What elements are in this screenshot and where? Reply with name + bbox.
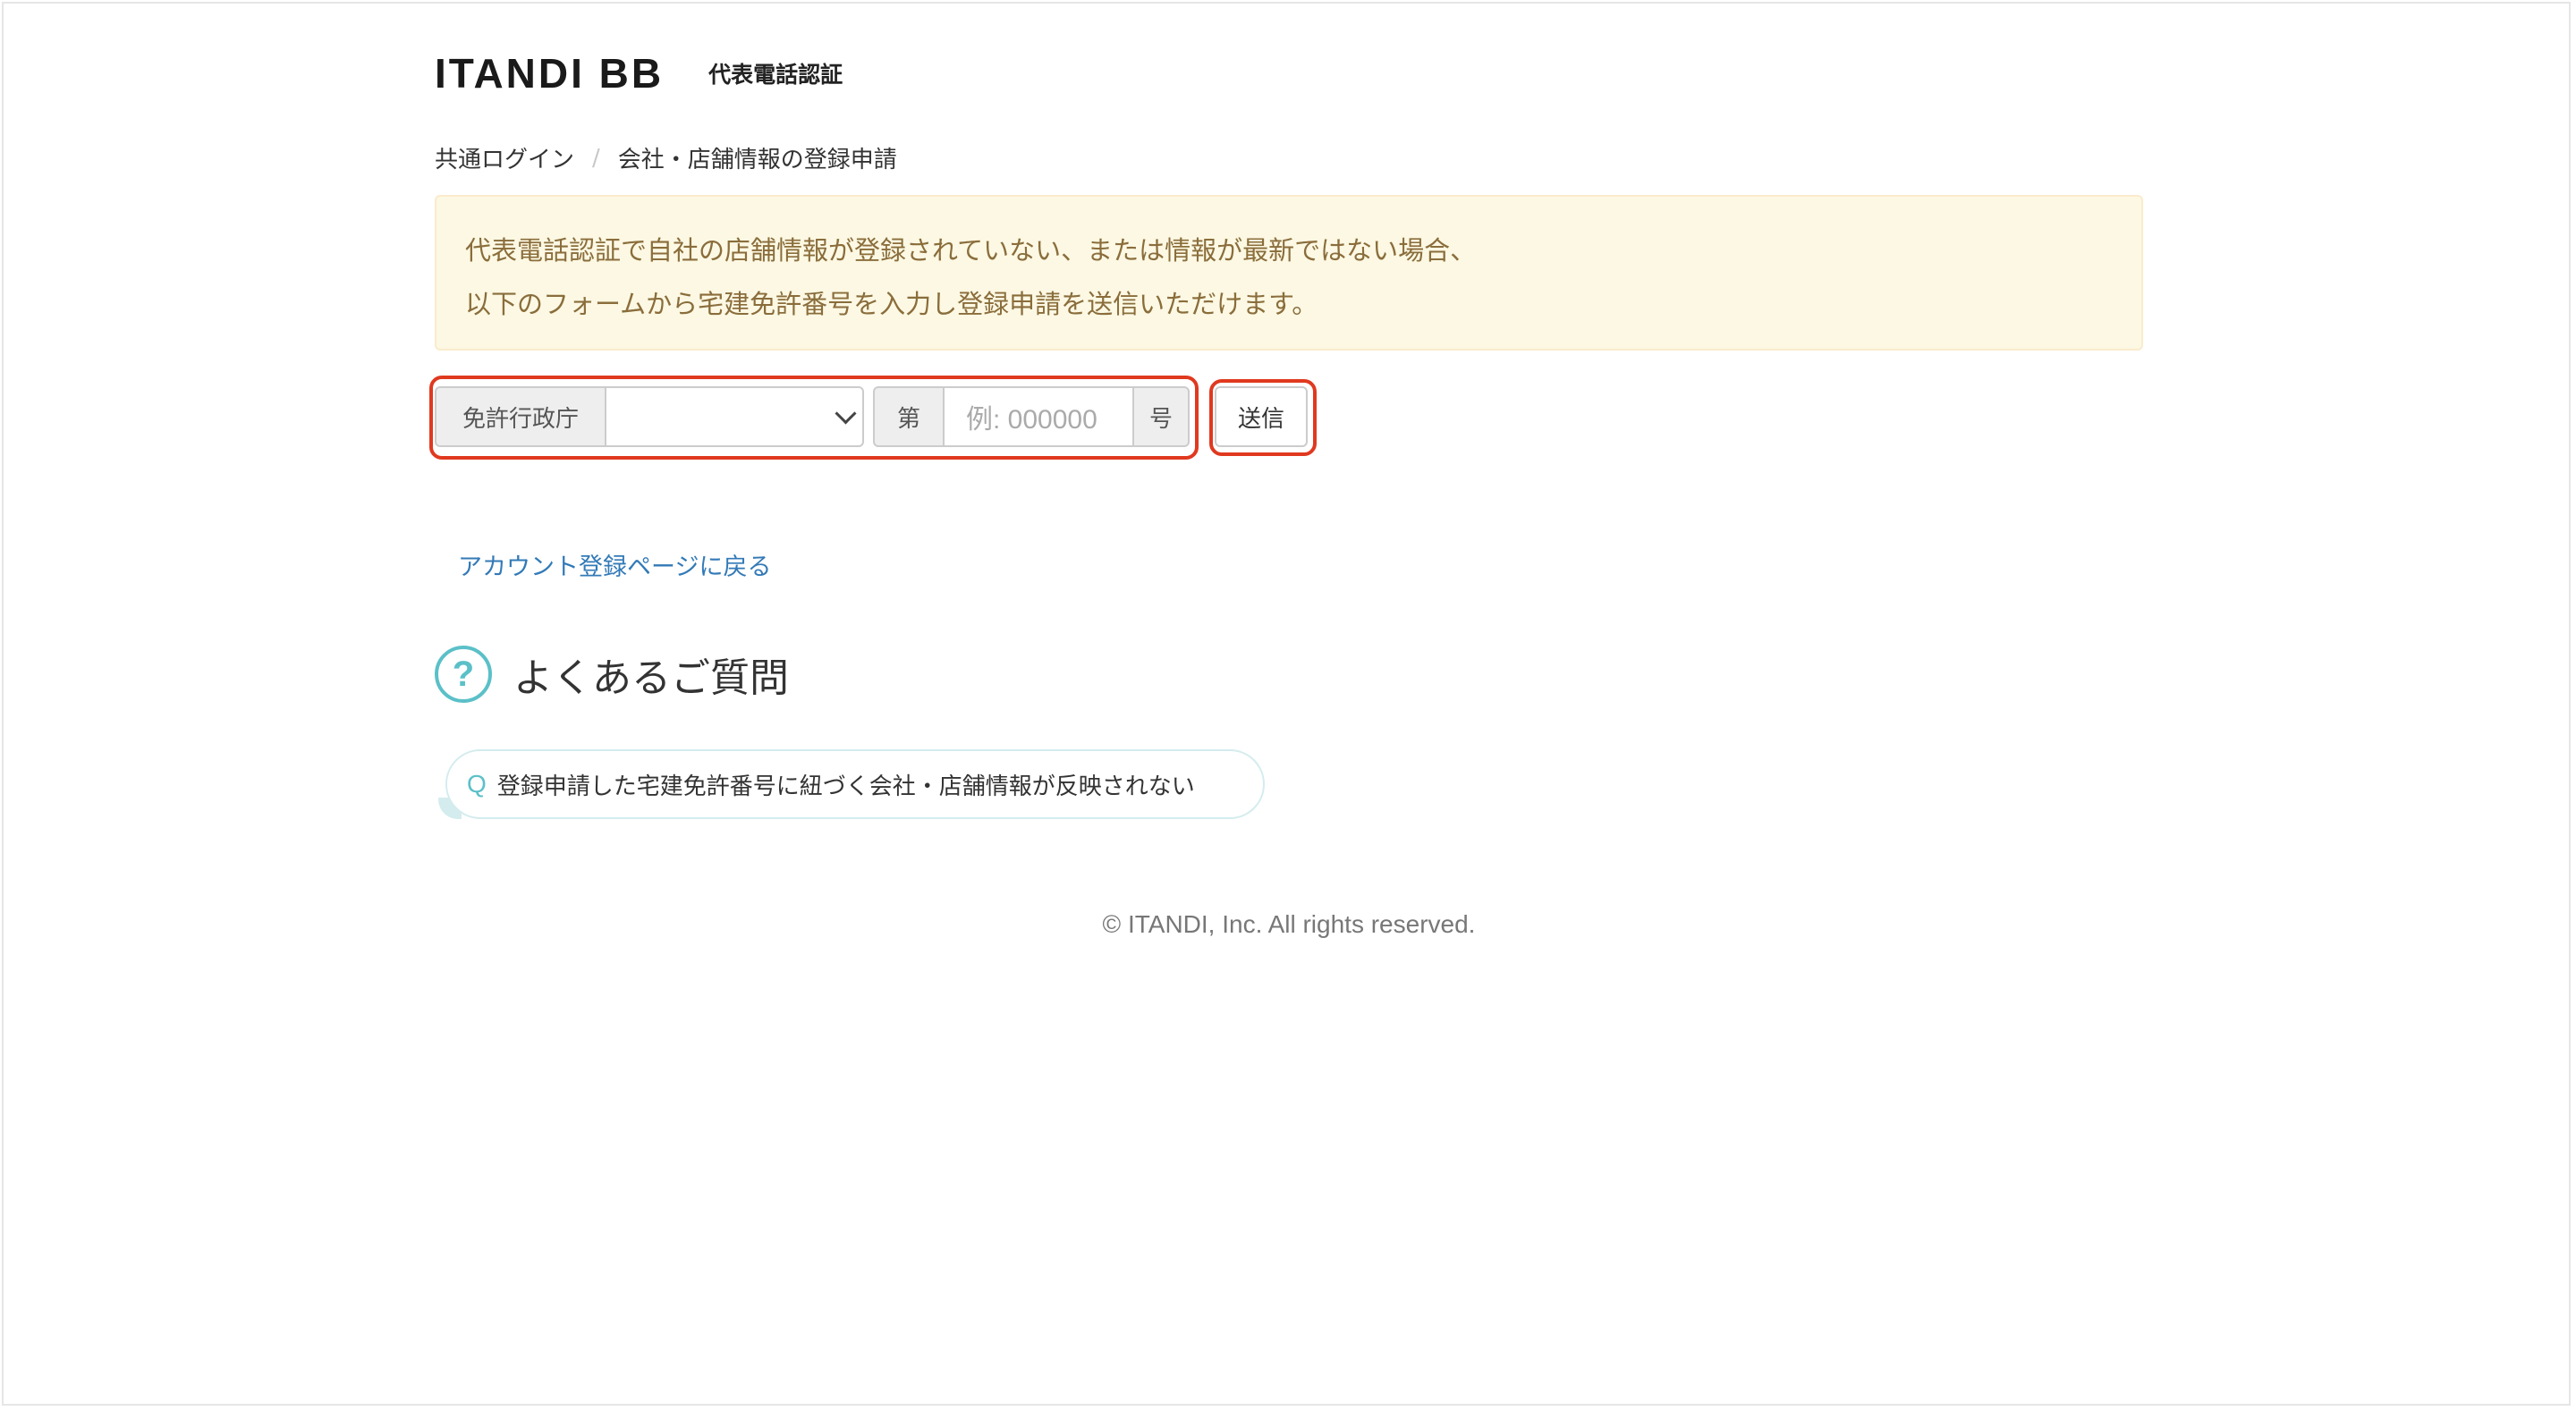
notice-line-2: 以下のフォームから宅建免許番号を入力し登録申請を送信いただけます。 (465, 289, 1318, 319)
breadcrumb-separator: / (592, 144, 600, 172)
form-highlight-box (429, 376, 1199, 460)
notice-line-1: 代表電話認証で自社の店舗情報が登録されていない、または情報が最新ではない場合、 (465, 235, 1477, 266)
breadcrumb: 共通ログイン / 会社・店舗情報の登録申請 (435, 141, 897, 174)
faq-heading: ? よくあるご質問 (435, 646, 789, 703)
submit-highlight-box (1209, 379, 1317, 456)
faq-item[interactable]: Q 登録申請した宅建免許番号に紐づく会社・店舗情報が反映されない (445, 749, 1265, 819)
faq-q-marker: Q (467, 770, 487, 798)
itandi-bb-logo[interactable]: ITANDI BB (435, 49, 664, 97)
breadcrumb-item-common-login[interactable]: 共通ログイン (435, 141, 574, 174)
breadcrumb-item-current: 会社・店舗情報の登録申請 (617, 147, 897, 173)
faq-title: よくあるご質問 (513, 655, 789, 701)
notice-alert: 代表電話認証で自社の店舗情報が登録されていない、または情報が最新ではない場合、 … (435, 195, 2143, 351)
page-title: 代表電話認証 (708, 62, 843, 88)
header: ITANDI BB 代表電話認証 (435, 46, 843, 100)
question-circle-icon: ? (435, 646, 492, 703)
footer-copyright: © ITANDI, Inc. All rights reserved. (1102, 910, 1476, 938)
back-to-registration-link[interactable]: アカウント登録ページに戻る (458, 547, 771, 582)
faq-item-text: 登録申請した宅建免許番号に紐づく会社・店舗情報が反映されない (496, 773, 1195, 800)
